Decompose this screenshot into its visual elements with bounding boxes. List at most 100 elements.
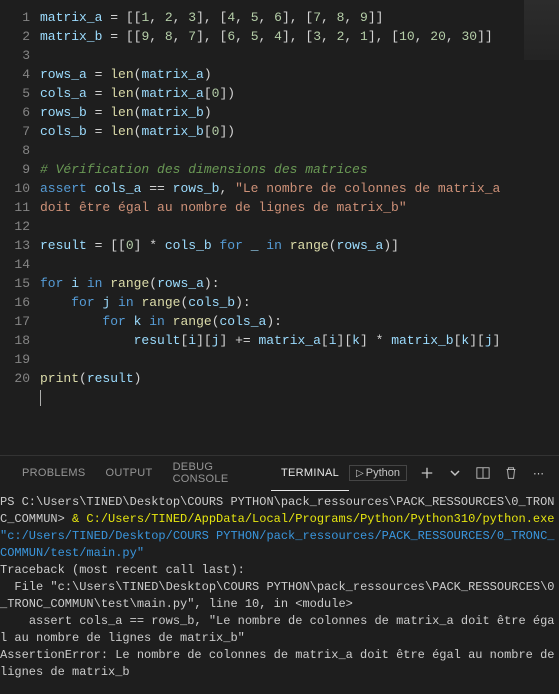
code-token: matrix_b: [141, 124, 203, 139]
code-token: (: [329, 238, 337, 253]
minimap[interactable]: [524, 0, 559, 60]
code-token: =: [87, 67, 110, 82]
code-line[interactable]: # Vérification des dimensions des matric…: [40, 160, 559, 179]
code-token: ][: [469, 333, 485, 348]
line-number: 14: [0, 255, 30, 274]
code-token: ):: [235, 295, 251, 310]
code-token: result: [87, 371, 134, 386]
code-token: range: [110, 276, 149, 291]
code-token: ,: [235, 10, 251, 25]
code-line[interactable]: [40, 350, 559, 369]
code-editor[interactable]: 1234567891011121314151617181920 matrix_a…: [0, 0, 559, 455]
code-token: ] *: [134, 238, 165, 253]
code-token: matrix_a: [141, 67, 203, 82]
code-token: ]): [219, 86, 235, 101]
code-token: rows_a: [40, 67, 87, 82]
code-line[interactable]: [40, 255, 559, 274]
code-line[interactable]: [40, 141, 559, 160]
code-token: 4: [274, 29, 282, 44]
code-token: ], [: [196, 10, 227, 25]
terminal-segment: & C:/Users/TINED/AppData/Local/Programs/…: [72, 512, 559, 526]
code-token: ]): [219, 124, 235, 139]
code-token: ): [134, 371, 142, 386]
code-token: ,: [173, 29, 189, 44]
tab-problems[interactable]: PROBLEMS: [12, 456, 96, 491]
code-line[interactable]: result[i][j] += matrix_a[i][k] * matrix_…: [40, 331, 559, 350]
code-line[interactable]: for j in range(cols_b):: [40, 293, 559, 312]
code-token: ): [204, 67, 212, 82]
tab-terminal[interactable]: TERMINAL: [271, 456, 349, 491]
code-line[interactable]: rows_a = len(matrix_a): [40, 65, 559, 84]
line-number: 8: [0, 141, 30, 160]
code-token: ], [: [282, 29, 313, 44]
code-line[interactable]: matrix_b = [[9, 8, 7], [6, 5, 4], [3, 2,…: [40, 27, 559, 46]
code-token: for: [71, 295, 102, 310]
code-token: for: [212, 238, 251, 253]
code-token: ,: [321, 10, 337, 25]
code-token: 7: [313, 10, 321, 25]
code-token: 0: [126, 238, 134, 253]
code-token: rows_b: [40, 105, 87, 120]
code-token: matrix_b: [391, 333, 453, 348]
code-token: = [[: [87, 238, 126, 253]
code-token: for: [40, 276, 71, 291]
code-line[interactable]: cols_a = len(matrix_a[0]): [40, 84, 559, 103]
code-token: 4: [227, 10, 235, 25]
code-line[interactable]: [40, 388, 559, 407]
code-line[interactable]: matrix_a = [[1, 2, 3], [4, 5, 6], [7, 8,…: [40, 8, 559, 27]
code-token: doit être égal au nombre de lignes de ma…: [40, 200, 407, 215]
code-token: (: [79, 371, 87, 386]
new-terminal-button[interactable]: [419, 465, 435, 481]
code-token: j: [485, 333, 493, 348]
terminal-line: File "c:\Users\TINED\Desktop\COURS PYTHO…: [0, 579, 559, 613]
code-token: 3: [188, 10, 196, 25]
split-terminal-button[interactable]: [475, 465, 491, 481]
code-line[interactable]: for k in range(cols_a):: [40, 312, 559, 331]
code-token: 3: [313, 29, 321, 44]
code-token: range: [141, 295, 180, 310]
more-actions-button[interactable]: ⋯: [531, 465, 547, 481]
terminal-dropdown-button[interactable]: [447, 465, 463, 481]
line-number: 4: [0, 65, 30, 84]
plus-icon: [420, 466, 434, 480]
code-line[interactable]: doit être égal au nombre de lignes de ma…: [40, 198, 559, 217]
code-line[interactable]: rows_b = len(matrix_b): [40, 103, 559, 122]
code-token: ==: [141, 181, 172, 196]
code-line[interactable]: print(result): [40, 369, 559, 388]
line-number: 11: [0, 198, 30, 217]
kill-terminal-button[interactable]: [503, 465, 519, 481]
terminal-profile-selector[interactable]: ▷ Python: [349, 465, 407, 481]
code-token: cols_a: [95, 181, 142, 196]
code-line[interactable]: for i in range(rows_a):: [40, 274, 559, 293]
code-line[interactable]: assert cols_a == rows_b, "Le nombre de c…: [40, 179, 559, 198]
tab-output[interactable]: OUTPUT: [96, 456, 163, 491]
code-token: =: [87, 105, 110, 120]
code-token: cols_a: [40, 86, 87, 101]
terminal-segment: File "c:\Users\TINED\Desktop\COURS PYTHO…: [0, 580, 555, 611]
code-token: in: [79, 276, 110, 291]
code-token: ,: [235, 29, 251, 44]
code-line[interactable]: [40, 46, 559, 65]
tab-debug-console[interactable]: DEBUG CONSOLE: [163, 456, 271, 491]
code-content[interactable]: matrix_a = [[1, 2, 3], [4, 5, 6], [7, 8,…: [40, 0, 559, 455]
code-token: matrix_a: [141, 86, 203, 101]
code-token: 6: [227, 29, 235, 44]
terminal-line: Traceback (most recent call last):: [0, 562, 559, 579]
code-token: )]: [383, 238, 399, 253]
code-token: ,: [219, 181, 235, 196]
code-token: ], [: [282, 10, 313, 25]
code-token: [: [321, 333, 329, 348]
code-line[interactable]: result = [[0] * cols_b for _ in range(ro…: [40, 236, 559, 255]
trash-icon: [504, 466, 518, 480]
code-token: rows_a: [337, 238, 384, 253]
code-token: =: [87, 86, 110, 101]
terminal-output[interactable]: PS C:\Users\TINED\Desktop\COURS PYTHON\p…: [0, 490, 559, 694]
line-number: 17: [0, 312, 30, 331]
line-number: 19: [0, 350, 30, 369]
code-line[interactable]: [40, 217, 559, 236]
code-token: _: [251, 238, 259, 253]
terminal-segment: Traceback (most recent call last):: [0, 563, 245, 577]
code-line[interactable]: cols_b = len(matrix_b[0]): [40, 122, 559, 141]
code-token: ]: [493, 333, 501, 348]
code-token: cols_b: [188, 295, 235, 310]
